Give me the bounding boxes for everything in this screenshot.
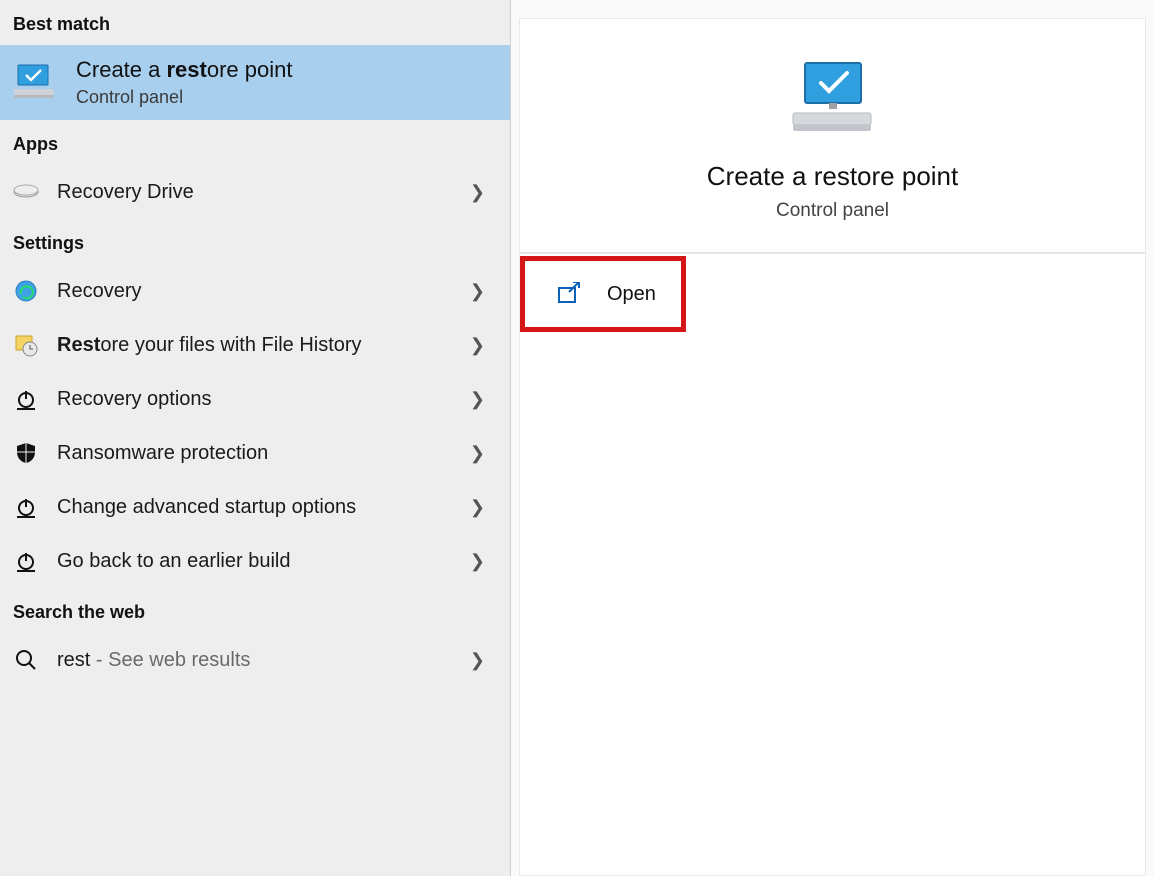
web-result-label: rest - See web results xyxy=(57,649,452,672)
section-header-web: Search the web xyxy=(0,588,510,633)
settings-result-label: Recovery xyxy=(57,280,452,303)
settings-result-file-history[interactable]: Restore your files with File History ❯ xyxy=(0,318,510,372)
web-result[interactable]: rest - See web results ❯ xyxy=(0,633,510,687)
settings-result-label: Ransomware protection xyxy=(57,442,452,465)
open-button[interactable]: Open xyxy=(520,256,686,332)
chevron-right-icon: ❯ xyxy=(470,389,497,410)
chevron-right-icon: ❯ xyxy=(470,551,497,572)
power-icon xyxy=(13,386,39,412)
label-bold-part: Rest xyxy=(57,334,100,356)
best-match-result[interactable]: Create a restore point Control panel xyxy=(0,45,510,120)
power-icon xyxy=(13,548,39,574)
section-header-best-match: Best match xyxy=(0,0,510,45)
settings-result-startup-options[interactable]: Change advanced startup options ❯ xyxy=(0,480,510,534)
preview-title: Create a restore point xyxy=(707,161,958,192)
search-results-pane: Best match Create a restore point Contro… xyxy=(0,0,511,876)
best-match-text: Create a restore point Control panel xyxy=(76,57,292,108)
web-query: rest xyxy=(57,649,90,671)
settings-result-recovery-options[interactable]: Recovery options ❯ xyxy=(0,372,510,426)
web-hint: - See web results xyxy=(90,649,250,671)
settings-result-earlier-build[interactable]: Go back to an earlier build ❯ xyxy=(0,534,510,588)
power-icon xyxy=(13,494,39,520)
shield-icon xyxy=(13,440,39,466)
preview-subtitle: Control panel xyxy=(776,200,889,222)
settings-result-label: Recovery options xyxy=(57,388,452,411)
monitor-check-large-icon xyxy=(787,61,879,143)
preview-header: Create a restore point Control panel xyxy=(520,19,1145,254)
chevron-right-icon: ❯ xyxy=(470,182,497,203)
best-match-title: Create a restore point xyxy=(76,57,292,83)
settings-result-recovery[interactable]: Recovery ❯ xyxy=(0,264,510,318)
monitor-check-icon xyxy=(13,60,59,106)
chevron-right-icon: ❯ xyxy=(470,650,497,671)
best-match-title-suffix: ore point xyxy=(207,57,293,82)
chevron-right-icon: ❯ xyxy=(470,497,497,518)
preview-pane: Create a restore point Control panel Ope… xyxy=(511,0,1154,876)
settings-result-label: Go back to an earlier build xyxy=(57,550,452,573)
label-rest-part: ore your files with File History xyxy=(100,334,361,356)
open-external-icon xyxy=(557,282,583,306)
chevron-right-icon: ❯ xyxy=(470,335,497,356)
app-result-recovery-drive[interactable]: Recovery Drive ❯ xyxy=(0,165,510,219)
best-match-title-prefix: Create a xyxy=(76,57,167,82)
recovery-globe-icon xyxy=(13,278,39,304)
settings-result-label: Restore your files with File History xyxy=(57,334,452,357)
open-label: Open xyxy=(607,283,656,306)
app-result-label: Recovery Drive xyxy=(57,181,452,204)
settings-result-ransomware[interactable]: Ransomware protection ❯ xyxy=(0,426,510,480)
section-header-apps: Apps xyxy=(0,120,510,165)
file-history-icon xyxy=(13,332,39,358)
drive-icon xyxy=(13,179,39,205)
preview-card: Create a restore point Control panel Ope… xyxy=(519,18,1146,876)
search-icon xyxy=(13,647,39,673)
settings-result-label: Change advanced startup options xyxy=(57,496,452,519)
best-match-title-bold: rest xyxy=(167,57,207,82)
chevron-right-icon: ❯ xyxy=(470,443,497,464)
chevron-right-icon: ❯ xyxy=(470,281,497,302)
best-match-subtitle: Control panel xyxy=(76,87,292,108)
section-header-settings: Settings xyxy=(0,219,510,264)
